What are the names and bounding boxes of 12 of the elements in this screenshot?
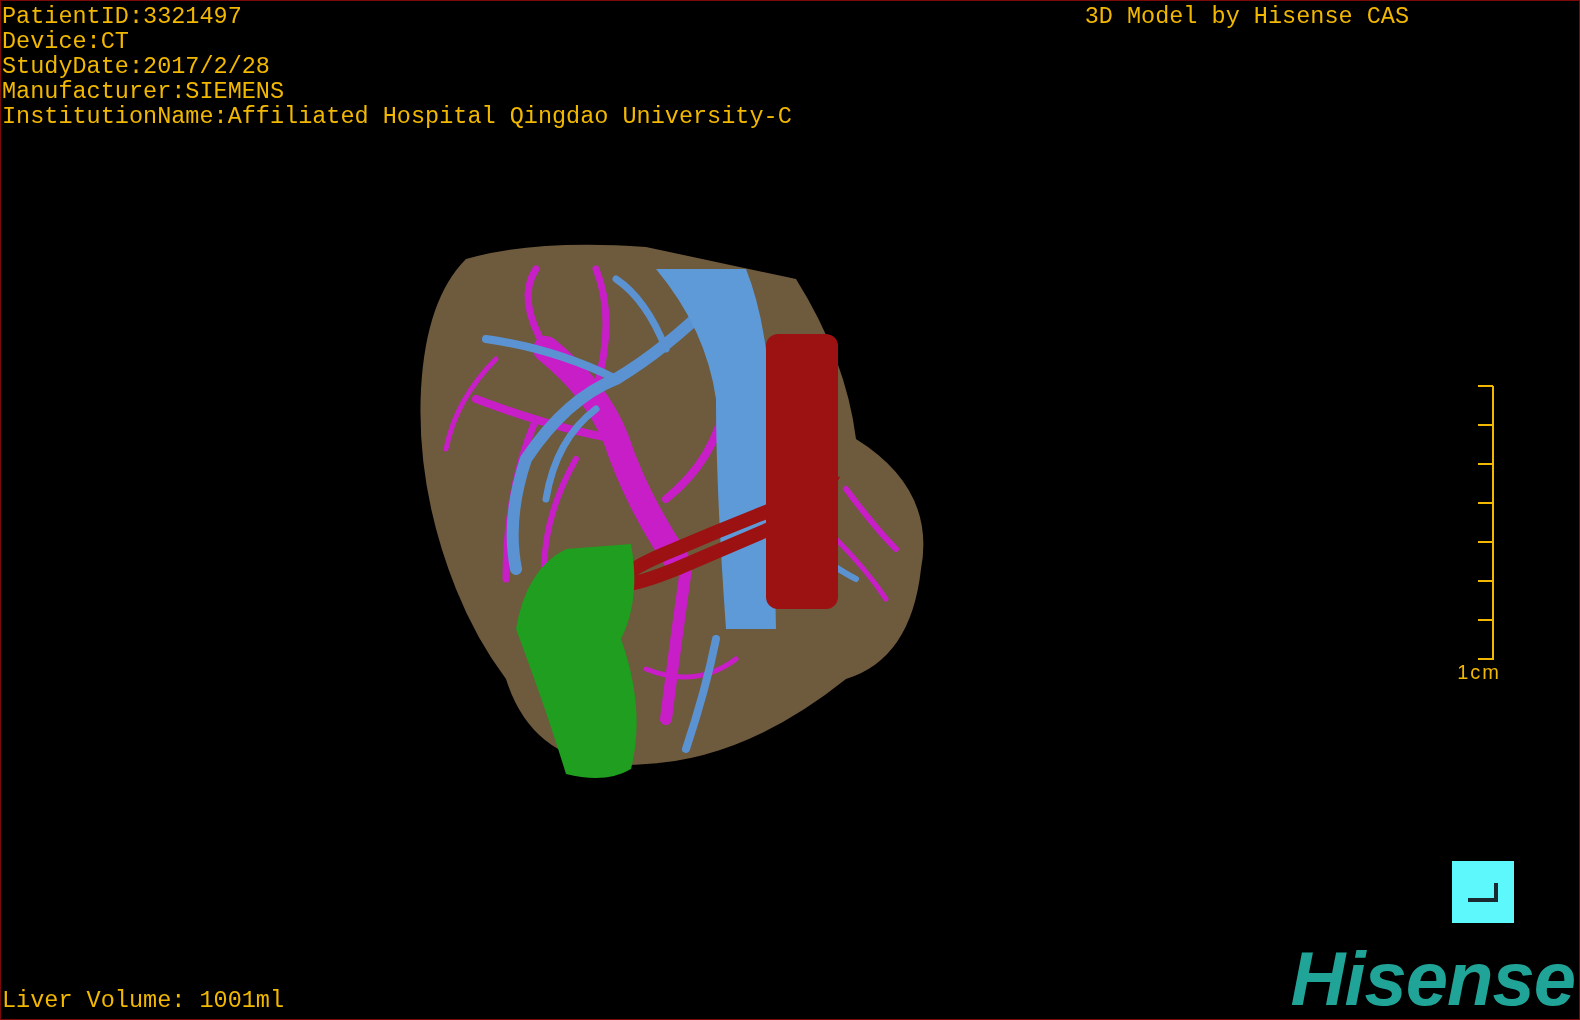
- patient-info-line: Device:CT: [2, 29, 130, 54]
- brand-logo: Hisense: [1290, 945, 1575, 1013]
- scale-bar-icon: [1475, 385, 1495, 661]
- patient-info-line: InstitutionName:Affiliated Hospital Qingdao University-C: [2, 104, 792, 129]
- patient-info-line: PatientID:3321497: [2, 4, 243, 29]
- patient-info-line: Manufacturer:SIEMENS: [2, 79, 286, 104]
- liver-volume: Liver Volume: 1001ml: [2, 988, 285, 1013]
- corner-icon: [1466, 881, 1500, 903]
- viewer-title: 3D Model by Hisense CAS: [1084, 4, 1409, 29]
- patient-info-line: StudyDate:2017/2/28: [2, 54, 271, 79]
- scale-label: 1cm: [1457, 661, 1501, 683]
- corner-button[interactable]: [1452, 861, 1514, 923]
